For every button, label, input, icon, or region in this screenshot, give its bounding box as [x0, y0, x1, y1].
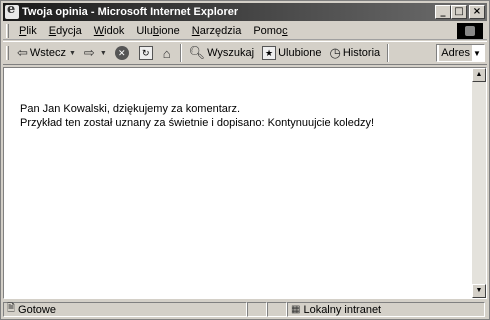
menu-grip[interactable] — [6, 23, 9, 38]
page-done-icon: 🗎 — [7, 303, 16, 314]
stop-icon: ✕ — [114, 46, 129, 60]
minimize-button[interactable]: _ — [435, 5, 451, 19]
refresh-button[interactable]: ↻ — [135, 46, 159, 60]
menu-plik[interactable]: Plik — [13, 25, 43, 37]
chevron-down-icon[interactable]: ▼ — [69, 50, 76, 57]
home-button[interactable]: ⌂ — [159, 46, 177, 61]
address-label: Adres — [439, 45, 472, 61]
history-button[interactable]: ◷ Historia — [326, 45, 385, 61]
favorites-button[interactable]: ★ Ulubione — [258, 46, 325, 60]
stop-button[interactable]: ✕ — [111, 46, 135, 60]
status-text-pane: 🗎 Gotowe — [3, 302, 247, 317]
thank-you-line: Pan Jan Kowalski, dziękujemy za komentar… — [20, 103, 241, 115]
close-button[interactable]: × — [469, 5, 485, 19]
scroll-up-button[interactable]: ▲ — [472, 68, 486, 82]
windows-logo-icon — [457, 22, 483, 39]
home-icon: ⌂ — [162, 45, 171, 61]
window-title: Twoja opinia - Microsoft Internet Explor… — [22, 6, 239, 18]
chevron-down-icon[interactable]: ▼ — [100, 50, 107, 57]
maximize-button[interactable]: □ — [451, 5, 467, 19]
vertical-scrollbar[interactable]: ▲ ▼ — [472, 68, 486, 298]
menu-pomoc[interactable]: Pomoc — [247, 25, 293, 37]
address-dropdown-icon[interactable]: ▼ — [472, 49, 482, 58]
toolbar-grip[interactable] — [6, 46, 9, 60]
zone-pane: ▦ Lokalny intranet — [287, 302, 485, 317]
status-bar: 🗎 Gotowe ▦ Lokalny intranet — [3, 301, 487, 318]
scroll-down-button[interactable]: ▼ — [472, 284, 486, 298]
menu-narzedzia[interactable]: Narzędzia — [186, 25, 248, 37]
toolbar: ⇦ Wstecz ▼ ⇨ ▼ ✕ ↻ ⌂ 🔍︎ Wyszukaj ★ Ulubi… — [3, 41, 487, 65]
back-button[interactable]: ⇦ Wstecz ▼ — [13, 45, 80, 61]
confirmation-line: Przykład ten został uznany za świetnie i… — [20, 117, 375, 129]
status-pane-empty — [247, 302, 267, 317]
history-icon: ◷ — [329, 45, 341, 60]
toolbar-separator — [179, 44, 182, 62]
intranet-icon: ▦ — [291, 304, 301, 315]
title-bar[interactable]: Twoja opinia - Microsoft Internet Explor… — [3, 2, 487, 21]
window-controls: _ □ × — [435, 5, 487, 19]
toolbar-separator — [387, 44, 390, 62]
menu-bar: Plik Edycja Widok Ulubione Narzędzia Pom… — [3, 22, 487, 40]
status-pane-empty — [267, 302, 287, 317]
forward-arrow-icon: ⇨ — [83, 45, 95, 60]
menu-widok[interactable]: Widok — [88, 25, 131, 37]
search-button[interactable]: 🔍︎ Wyszukaj — [185, 45, 258, 61]
ie-logo-icon — [5, 2, 19, 19]
menu-edycja[interactable]: Edycja — [43, 25, 88, 37]
refresh-icon: ↻ — [138, 46, 153, 60]
menu-ulubione[interactable]: Ulubione — [130, 25, 185, 37]
page-content: Pan Jan Kowalski, dziękujemy za komentar… — [20, 102, 374, 130]
address-bar[interactable]: Adres ▼ — [436, 44, 485, 62]
forward-button[interactable]: ⇨ ▼ — [80, 45, 111, 61]
favorites-icon: ★ — [262, 46, 277, 60]
browser-window: Twoja opinia - Microsoft Internet Explor… — [0, 0, 490, 320]
page-viewport: Pan Jan Kowalski, dziękujemy za komentar… — [3, 67, 487, 299]
back-arrow-icon: ⇦ — [17, 45, 28, 60]
search-icon: 🔍︎ — [188, 45, 206, 60]
